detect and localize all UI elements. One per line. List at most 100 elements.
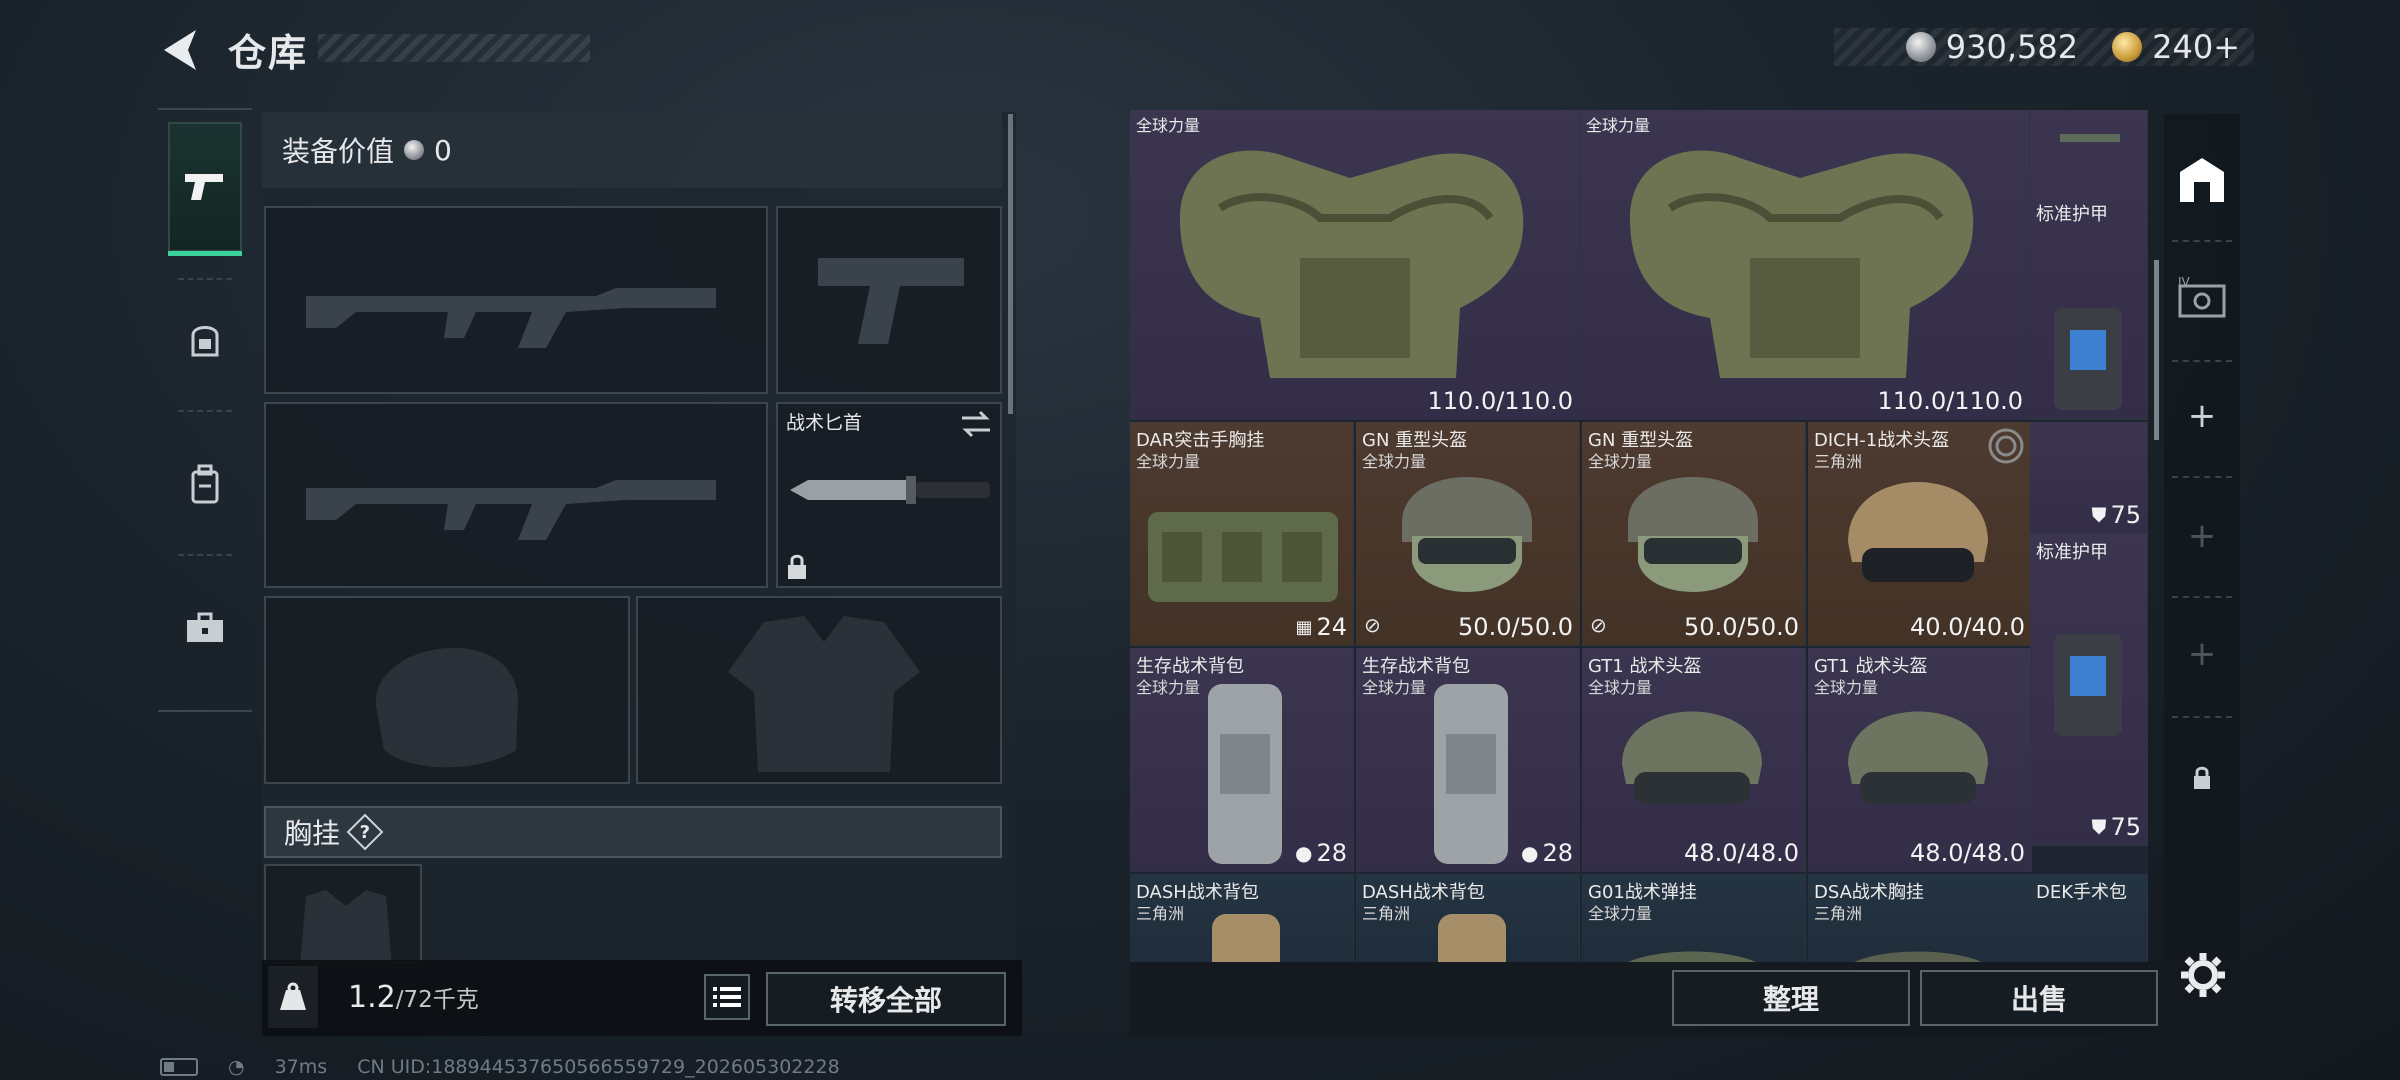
plus-icon: + — [2187, 634, 2217, 674]
knife-icon — [790, 476, 990, 504]
nav-gear[interactable] — [168, 290, 242, 390]
grid-icon: ▦ — [1295, 616, 1313, 638]
item-durability: 40.0/40.0 — [1910, 613, 2025, 641]
list-icon — [713, 987, 741, 1007]
chest-rig-silhouette-icon — [300, 890, 392, 966]
item-durability: 50.0/50.0 — [1458, 613, 1573, 641]
storage-item[interactable]: DSA战术胸挂 三角洲 — [1808, 874, 2032, 962]
item-origin: 全球力量 — [1136, 678, 1201, 697]
status-bar: ◔ 37ms CN UID:18894453765056655972​9_202… — [160, 1056, 840, 1078]
chest-rig-header: 胸挂 ? — [264, 806, 1002, 858]
tab-storage-2[interactable]: IV — [2168, 248, 2236, 348]
storage-item[interactable]: GT1 战术头盔 全球力量 48.0/48.0 — [1808, 648, 2032, 872]
battery-icon — [160, 1058, 198, 1076]
sort-button[interactable]: 整理 — [1672, 970, 1910, 1026]
warehouse-icon — [2180, 158, 2224, 202]
item-durability: 110.0/110.0 — [1877, 387, 2024, 415]
item-origin: 全球力量 — [1136, 452, 1201, 471]
bag-icon: ● — [1295, 841, 1313, 865]
storage-scrollbar[interactable] — [2154, 260, 2159, 440]
storage-item[interactable]: DASH战术背包 三角洲 — [1130, 874, 1354, 962]
storage-item[interactable]: DAR突击手胸挂 全球力量 ▦ 24 — [1130, 422, 1354, 646]
backpack-item-icon — [1434, 684, 1508, 864]
list-view-button[interactable] — [704, 974, 750, 1020]
currency-display: 930,582 240+ — [1834, 28, 2254, 66]
loadout-scrollbar[interactable] — [1008, 114, 1013, 414]
armor-plate-icon — [2054, 308, 2122, 410]
lock-icon — [788, 554, 806, 579]
pistol-silhouette-icon — [818, 258, 964, 344]
body-armor-icon — [1180, 150, 1524, 378]
carry-weight: 1.2/72千克 — [348, 980, 479, 1015]
heavy-helmet-icon — [1402, 477, 1532, 592]
plus-icon: + — [2187, 516, 2217, 556]
gold-coin-icon — [2112, 32, 2143, 62]
item-origin: 三角洲 — [1814, 904, 1863, 923]
storage-item[interactable]: 全球力量 110.0/110.0 — [1130, 110, 1580, 420]
storage-item[interactable]: 生存战术背包 全球力量 ● 28 — [1130, 648, 1354, 872]
melee-slot[interactable]: 战术匕首 — [776, 402, 1002, 588]
locked-tab[interactable] — [2168, 728, 2236, 828]
item-durability: 48.0/48.0 — [1910, 839, 2025, 867]
weight-max: /72千克 — [395, 987, 479, 1013]
transfer-all-button[interactable]: 转移全部 — [766, 972, 1006, 1026]
nav-weapons[interactable] — [168, 122, 242, 256]
nav-backpack[interactable] — [168, 434, 242, 534]
armor-plate-icon — [2054, 634, 2122, 736]
melee-label: 战术匕首 — [786, 412, 863, 434]
back-arrow-icon[interactable] — [160, 28, 200, 72]
storage-item[interactable]: 生存战术背包 全球力量 ● 28 — [1356, 648, 1580, 872]
chest-rig-slot[interactable] — [264, 864, 422, 966]
item-origin: 三角洲 — [1362, 904, 1411, 923]
nav-kit[interactable] — [168, 578, 242, 678]
sidearm-slot[interactable] — [776, 206, 1002, 394]
helmet-armor-icon — [191, 326, 219, 357]
storage-item[interactable]: GN 重型头盔 全球力量 ⊘ 50.0/50.0 — [1356, 422, 1580, 646]
currency-primary-value: 930,582 — [1945, 28, 2079, 66]
storage-item[interactable]: 标准护甲 ⛊ 75 — [2030, 534, 2148, 846]
helmet-slot[interactable] — [264, 596, 630, 784]
storage-item[interactable]: 标准护甲 — [2030, 110, 2148, 420]
currency-secondary-value[interactable]: 240+ — [2152, 28, 2240, 66]
helmet-silhouette-icon — [375, 647, 518, 768]
heavy-helmet-icon — [1628, 477, 1758, 592]
storage-item[interactable]: GT1 战术头盔 全球力量 48.0/48.0 — [1582, 648, 1806, 872]
primary-weapon-slot[interactable] — [264, 206, 768, 394]
item-armor-class: ⛊ 75 — [2091, 501, 2141, 529]
rifle-silhouette-icon — [306, 288, 716, 348]
item-capacity: ● 28 — [1521, 839, 1573, 867]
sell-button[interactable]: 出售 — [1920, 970, 2158, 1026]
item-origin: 三角洲 — [1136, 904, 1185, 923]
storage-item[interactable]: ⛊ 75 — [2030, 422, 2148, 534]
swap-icon[interactable] — [960, 410, 992, 438]
secondary-weapon-slot[interactable] — [264, 402, 768, 588]
item-name: 标准护甲 — [2036, 204, 2108, 225]
storage-grid: 全球力量 110.0/110.0 全球力量 110.0/110.0 标准护甲 D… — [1130, 110, 2148, 962]
storage-item[interactable]: DASH战术背包 三角洲 — [1356, 874, 1580, 962]
pistol-icon — [185, 174, 223, 200]
storage-item[interactable]: G01战术弹挂 全球力量 — [1582, 874, 1806, 962]
chest-rig-label: 胸挂 — [284, 817, 341, 850]
body-armor-slot[interactable] — [636, 596, 1002, 784]
item-origin: 全球力量 — [1588, 904, 1653, 923]
settings-gear-icon[interactable] — [2178, 950, 2228, 1000]
help-icon[interactable]: ? — [346, 813, 384, 851]
storage-item[interactable]: DICH-1战术头盔 三角洲 40.0/40.0 — [1808, 422, 2032, 646]
bag-icon: ● — [1521, 841, 1539, 865]
item-capacity: ▦ 24 — [1295, 613, 1347, 641]
tactical-helmet-icon — [1622, 711, 1762, 804]
tactical-helmet-icon — [1848, 711, 1988, 804]
item-durability: 48.0/48.0 — [1684, 839, 1799, 867]
no-repair-icon: ⊘ — [1590, 613, 1607, 637]
svg-text:IV: IV — [2178, 276, 2191, 289]
storage-item[interactable]: DEK手术包 — [2030, 874, 2148, 962]
lock-icon — [2194, 766, 2210, 789]
storage-item[interactable]: 全球力量 110.0/110.0 — [1580, 110, 2030, 420]
storage-item[interactable]: GN 重型头盔 全球力量 ⊘ 50.0/50.0 — [1582, 422, 1806, 646]
tab-warehouse[interactable] — [2168, 130, 2236, 230]
item-name: 标准护甲 — [2036, 542, 2108, 563]
backpack-item-icon — [1212, 914, 1280, 962]
rifle-silhouette-icon — [306, 480, 716, 540]
add-tab-button-disabled: + — [2168, 486, 2236, 586]
add-tab-button[interactable]: + — [2168, 366, 2236, 466]
